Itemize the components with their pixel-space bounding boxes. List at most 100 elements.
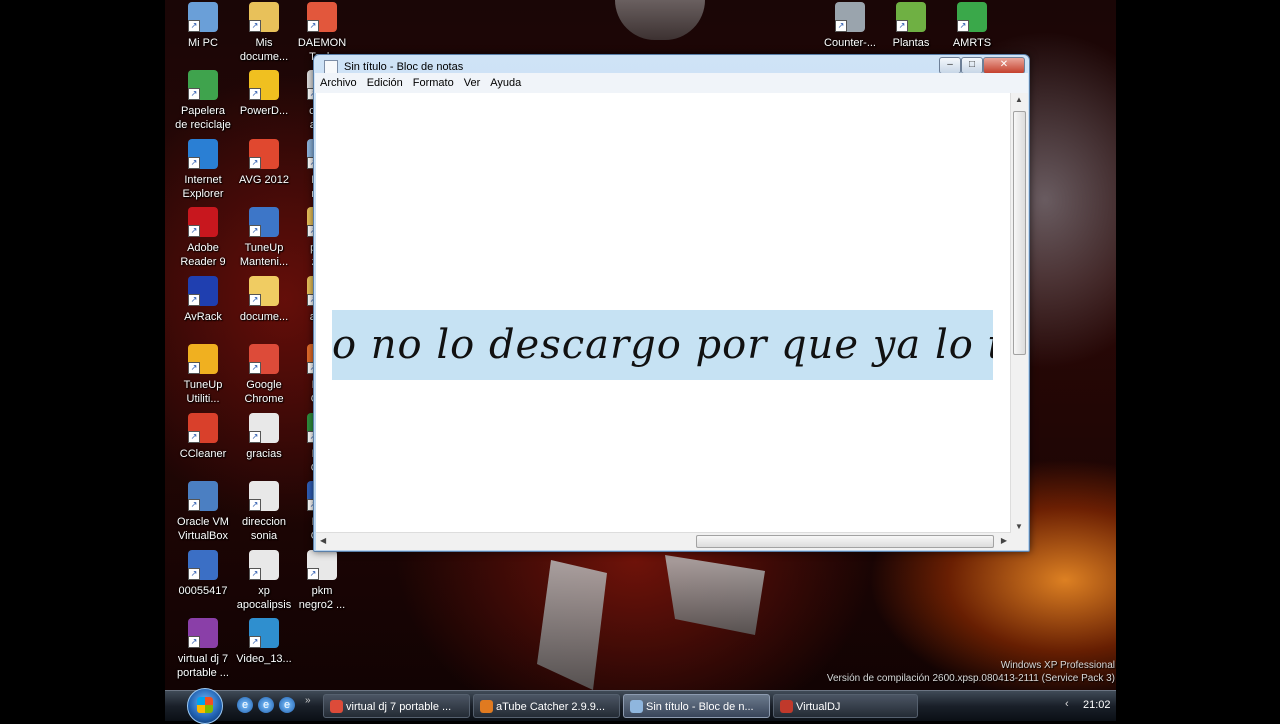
folder-icon: ↗	[249, 276, 279, 306]
desktop-icon[interactable]: ↗ Google Chrome	[231, 344, 297, 406]
quicklaunch-expand-icon[interactable]: »	[305, 695, 311, 706]
desktop-icon-label: TuneUp Utiliti...	[183, 379, 223, 405]
ccleaner-icon: ↗	[188, 413, 218, 443]
scroll-down-icon[interactable]: ▼	[1015, 522, 1023, 531]
shortcut-arrow-icon: ↗	[307, 568, 319, 580]
taskbar-button-label: Sin título - Bloc de n...	[646, 701, 754, 713]
tuneup-maintenance-icon: ↗	[249, 207, 279, 237]
desktop-icon[interactable]: ↗ pkm negro2 ...	[289, 550, 355, 612]
shortcut-arrow-icon: ↗	[249, 499, 261, 511]
shortcut-arrow-icon: ↗	[188, 294, 200, 306]
taskbar-button[interactable]: aTube Catcher 2.9.9...	[473, 694, 620, 718]
desktop-icon[interactable]: ↗ TuneUp Manteni...	[231, 207, 297, 269]
shortcut-arrow-icon: ↗	[835, 20, 847, 32]
start-button[interactable]	[187, 688, 223, 724]
wallpaper-armor-right	[665, 555, 765, 635]
shortcut-arrow-icon: ↗	[957, 20, 969, 32]
desktop-icon[interactable]: ↗ Video_13...	[231, 618, 297, 666]
maximize-button[interactable]: □	[961, 57, 983, 74]
shortcut-arrow-icon: ↗	[249, 294, 261, 306]
desktop-icon[interactable]: ↗ TuneUp Utiliti...	[170, 344, 236, 406]
chrome-icon	[330, 700, 343, 713]
shortcut-arrow-icon: ↗	[307, 20, 319, 32]
desktop-icon[interactable]: ↗ direccion sonia	[231, 481, 297, 543]
desktop-icon[interactable]: ↗ docume...	[231, 276, 297, 324]
desktop-icon-label: Mis docume...	[239, 37, 289, 63]
desktop-icon[interactable]: ↗ PowerD...	[231, 70, 297, 118]
desktop-icon[interactable]: ↗ AVG 2012	[231, 139, 297, 187]
close-button[interactable]: ✕	[983, 57, 1025, 74]
shortcut-arrow-icon: ↗	[249, 20, 261, 32]
minimize-button[interactable]: –	[939, 57, 961, 74]
clock[interactable]: 21:02	[1083, 699, 1111, 711]
shortcut-arrow-icon: ↗	[188, 88, 200, 100]
desktop-icon[interactable]: ↗ Oracle VM VirtualBox	[170, 481, 236, 543]
shortcut-arrow-icon: ↗	[188, 157, 200, 169]
vertical-scrollbar[interactable]: ▲ ▼	[1010, 93, 1028, 533]
menu-ver[interactable]: Ver	[459, 73, 486, 93]
winrar-icon: ↗	[188, 618, 218, 648]
desktop-icon-label: TuneUp Manteni...	[239, 242, 289, 268]
avg-icon: ↗	[249, 139, 279, 169]
desktop-icon[interactable]: ↗ gracias	[231, 413, 297, 461]
shortcut-arrow-icon: ↗	[188, 636, 200, 648]
desktop-icon-label: AvRack	[184, 311, 222, 323]
desktop-icon-label: direccion sonia	[241, 516, 287, 542]
taskbar-button[interactable]: virtual dj 7 portable ...	[323, 694, 470, 718]
desktop-icon[interactable]: ↗ Counter-...	[817, 2, 883, 50]
desktop-icon[interactable]: ↗ Internet Explorer	[170, 139, 236, 201]
shortcut-arrow-icon: ↗	[188, 568, 200, 580]
desktop-icon[interactable]: ↗ Papelera de reciclaje	[170, 70, 236, 132]
desktop-icon-label: AMRTS	[952, 37, 992, 49]
virtualbox-icon: ↗	[188, 481, 218, 511]
taskbar-button[interactable]: VirtualDJ	[773, 694, 918, 718]
horizontal-scrollbar[interactable]: ◀ ▶	[316, 532, 1011, 550]
desktop-icon[interactable]: ↗ 00055417	[170, 550, 236, 598]
shortcut-arrow-icon: ↗	[188, 431, 200, 443]
desktop-icon[interactable]: ↗ Mis docume...	[231, 2, 297, 64]
menu-ayuda[interactable]: Ayuda	[485, 73, 526, 93]
desktop-icon[interactable]: ↗ Adobe Reader 9	[170, 207, 236, 269]
desktop-icon[interactable]: ↗ virtual dj 7 portable ...	[170, 618, 236, 680]
horizontal-scroll-thumb[interactable]	[696, 535, 994, 548]
desktop-icon[interactable]: ↗ Mi PC	[170, 2, 236, 50]
video-caption-overlay: o no lo descargo por que ya lo tengo	[332, 310, 993, 380]
counter-strike-icon: ↗	[835, 2, 865, 32]
desktop-icon[interactable]: ↗ AvRack	[170, 276, 236, 324]
desktop-icon-label: Papelera de reciclaje	[175, 105, 231, 131]
notepad-window[interactable]: Sin título - Bloc de notas – □ ✕ Archivo…	[313, 54, 1030, 552]
desktop-icon[interactable]: ↗ xp apocalipsis	[231, 550, 297, 612]
shortcut-arrow-icon: ↗	[896, 20, 908, 32]
virtualdj-icon	[780, 700, 793, 713]
shortcut-arrow-icon: ↗	[188, 499, 200, 511]
quicklaunch-ie2-icon[interactable]: e	[258, 697, 274, 713]
shortcut-arrow-icon: ↗	[249, 88, 261, 100]
tray-expand-icon[interactable]: ‹	[1065, 698, 1069, 710]
powerdvd-icon: ↗	[249, 70, 279, 100]
desktop-icon[interactable]: ↗ CCleaner	[170, 413, 236, 461]
adobe-reader-icon: ↗	[188, 207, 218, 237]
text-file-icon: ↗	[249, 413, 279, 443]
shortcut-arrow-icon: ↗	[188, 20, 200, 32]
scroll-up-icon[interactable]: ▲	[1015, 95, 1023, 104]
windows-logo-icon	[197, 697, 213, 713]
scroll-right-icon[interactable]: ▶	[1001, 536, 1007, 545]
desktop-icon-label: docume...	[239, 311, 289, 323]
quicklaunch-ie3-icon[interactable]: e	[279, 697, 295, 713]
desktop-icon[interactable]: ↗ AMRTS	[939, 2, 1005, 50]
resize-grip[interactable]	[1011, 533, 1028, 550]
quicklaunch-ie-icon[interactable]: e	[237, 697, 253, 713]
desktop-icon[interactable]: ↗ Plantas	[878, 2, 944, 50]
menu-archivo[interactable]: Archivo	[315, 73, 362, 93]
scroll-left-icon[interactable]: ◀	[320, 536, 326, 545]
google-chrome-icon: ↗	[249, 344, 279, 374]
menu-edicion[interactable]: Edición	[362, 73, 408, 93]
wallpaper-helmet	[615, 0, 705, 40]
vertical-scroll-thumb[interactable]	[1013, 111, 1026, 355]
taskbar-button-label: VirtualDJ	[796, 701, 841, 713]
menu-formato[interactable]: Formato	[408, 73, 459, 93]
desktop-icon-label: Internet Explorer	[182, 174, 224, 200]
taskbar-button[interactable]: Sin título - Bloc de n...	[623, 694, 770, 718]
desktop-icon-label: Mi PC	[188, 37, 218, 49]
shortcut-arrow-icon: ↗	[249, 431, 261, 443]
